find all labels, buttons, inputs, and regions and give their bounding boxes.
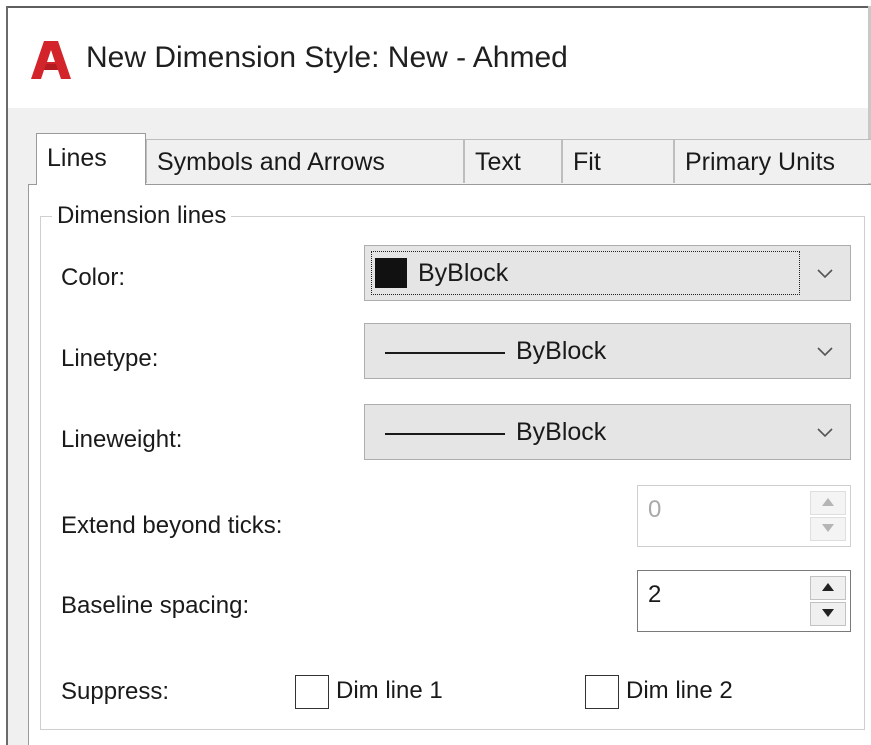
color-swatch	[375, 258, 407, 288]
spinner-up-button[interactable]	[810, 491, 846, 515]
dimension-style-dialog: New Dimension Style: New - Ahmed Symbols…	[0, 0, 871, 745]
tab-label: Text	[475, 148, 521, 176]
tab-lines[interactable]: Lines	[36, 133, 146, 185]
extend-beyond-ticks-label: Extend beyond ticks:	[61, 512, 283, 539]
lineweight-dropdown[interactable]: ByBlock	[364, 404, 851, 460]
window-title: New Dimension Style: New - Ahmed	[86, 41, 568, 74]
group-title: Dimension lines	[52, 200, 232, 232]
lineweight-label: Lineweight:	[61, 426, 183, 453]
tab-primary-units[interactable]: Primary Units	[674, 139, 871, 183]
color-value: ByBlock	[418, 259, 509, 287]
arrow-down-icon	[822, 609, 834, 617]
extend-beyond-ticks-spinner[interactable]: 0	[637, 485, 851, 547]
spinner-up-button[interactable]	[810, 576, 846, 600]
linetype-value: ByBlock	[516, 337, 607, 365]
chevron-down-icon	[817, 269, 833, 279]
tab-label: Fit	[573, 148, 601, 176]
autocad-a-icon	[31, 41, 71, 79]
arrow-up-icon	[822, 498, 834, 506]
suppress-label: Suppress:	[61, 678, 170, 705]
lineweight-value: ByBlock	[516, 418, 607, 446]
tab-symbols-and-arrows[interactable]: Symbols and Arrows	[146, 139, 464, 183]
color-dropdown[interactable]: ByBlock	[364, 245, 851, 301]
tab-label: Primary Units	[685, 148, 836, 176]
linetype-dropdown[interactable]: ByBlock	[364, 323, 851, 379]
chevron-down-icon	[817, 428, 833, 438]
linetype-label: Linetype:	[61, 345, 159, 372]
tab-fit[interactable]: Fit	[562, 139, 674, 183]
dim-line-1-checkbox[interactable]	[295, 675, 329, 709]
extend-beyond-ticks-value: 0	[648, 496, 662, 523]
color-label: Color:	[61, 264, 126, 291]
tab-strip: Symbols and Arrows Text Fit Primary Unit…	[26, 133, 871, 185]
linetype-preview	[385, 352, 505, 354]
arrow-up-icon	[822, 583, 834, 591]
arrow-down-icon	[822, 524, 834, 532]
spinner-down-button[interactable]	[810, 602, 846, 626]
baseline-spacing-label: Baseline spacing:	[61, 592, 250, 619]
tab-label: Symbols and Arrows	[157, 148, 385, 176]
baseline-spacing-spinner[interactable]: 2	[637, 570, 851, 632]
title-bar[interactable]: New Dimension Style: New - Ahmed	[8, 8, 868, 108]
tab-label: Lines	[47, 144, 107, 172]
tab-text[interactable]: Text	[464, 139, 562, 183]
baseline-spacing-value: 2	[648, 581, 662, 608]
dim-line-1-label[interactable]: Dim line 1	[336, 674, 443, 708]
lineweight-preview	[385, 433, 505, 435]
spinner-down-button[interactable]	[810, 517, 846, 541]
dim-line-2-checkbox[interactable]	[585, 675, 619, 709]
chevron-down-icon	[817, 347, 833, 357]
dim-line-2-label[interactable]: Dim line 2	[626, 674, 733, 708]
